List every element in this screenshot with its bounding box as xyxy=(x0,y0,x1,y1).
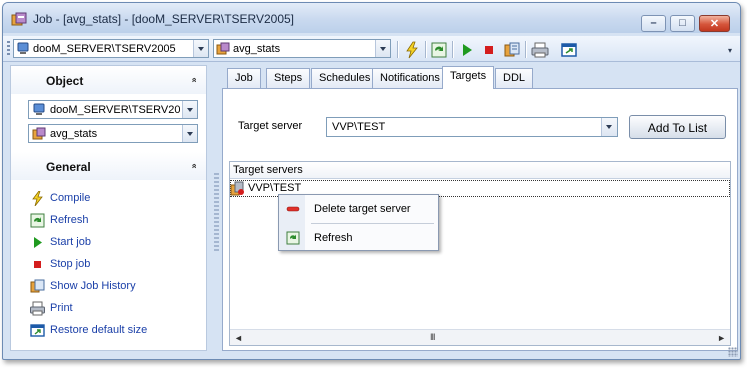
row-target-server: VVP\TEST xyxy=(248,182,302,194)
refresh-icon[interactable] xyxy=(430,41,448,59)
context-menu: Delete target server Refresh xyxy=(278,194,439,251)
window-title: Job - [avg_stats] - [dooM_SERVER\TSERV20… xyxy=(33,12,295,26)
server-select-value: dooM_SERVER\TSERV2005 xyxy=(33,43,176,55)
tab-label: Targets xyxy=(450,70,487,82)
action-label: Start job xyxy=(50,236,91,248)
tab-label: Steps xyxy=(274,72,303,84)
job-icon xyxy=(11,12,27,26)
general-section-header[interactable]: General » xyxy=(11,152,206,180)
object-job-select[interactable]: avg_stats xyxy=(28,124,198,143)
add-to-list-button[interactable]: Add To List xyxy=(629,115,726,139)
target-server-icon xyxy=(230,181,244,196)
close-button[interactable]: ✕ xyxy=(699,15,730,32)
job-editor-window: Job - [avg_stats] - [dooM_SERVER\TSERV20… xyxy=(2,2,741,360)
target-servers-grid[interactable]: Target servers VVP\TEST ◄ III ► xyxy=(229,161,731,346)
job-select[interactable]: avg_stats xyxy=(213,39,391,58)
action-label: Compile xyxy=(50,192,91,204)
object-server-select[interactable]: dooM_SERVER\TSERV2005 xyxy=(28,100,198,119)
object-section-header[interactable]: Object » xyxy=(11,66,206,94)
chevron-down-icon[interactable] xyxy=(601,118,617,136)
menu-item-label: Refresh xyxy=(314,232,353,244)
chevron-down-icon[interactable] xyxy=(182,101,197,118)
object-section-title: Object xyxy=(46,74,84,88)
toolbar: dooM_SERVER\TSERV2005 avg_stats ▾ xyxy=(3,36,740,62)
action-label: Stop job xyxy=(50,258,91,270)
toolbar-overflow-icon[interactable]: ▾ xyxy=(728,46,732,55)
history-icon[interactable] xyxy=(503,41,521,59)
maximize-button[interactable]: □ xyxy=(670,15,695,32)
tab-steps[interactable]: Steps xyxy=(266,68,311,88)
refresh-icon xyxy=(286,231,300,245)
tab-targets[interactable]: Targets xyxy=(442,66,495,89)
maximize-icon: □ xyxy=(679,17,686,29)
restore-size-icon[interactable] xyxy=(560,41,578,59)
server-icon xyxy=(17,42,29,54)
minimize-button[interactable]: – xyxy=(641,15,666,32)
tab-ddl[interactable]: DDL xyxy=(495,68,534,88)
grid-column-header[interactable]: Target servers xyxy=(230,162,730,179)
navigation-bar: Object » dooM_SERVER\TSERV2005 avg_stats… xyxy=(10,65,207,351)
tab-label: DDL xyxy=(503,72,526,84)
action-label: Show Job History xyxy=(50,280,136,292)
panel-splitter[interactable] xyxy=(214,173,219,253)
add-to-list-label: Add To List xyxy=(647,121,708,135)
restore-size-icon xyxy=(30,324,45,337)
scroll-thumb[interactable]: III xyxy=(430,332,435,342)
menu-item-label: Delete target server xyxy=(314,203,411,215)
chevron-down-icon[interactable] xyxy=(182,125,197,142)
menu-item-refresh[interactable]: Refresh xyxy=(280,225,437,251)
menu-item-delete-target-server[interactable]: Delete target server xyxy=(280,196,437,222)
close-icon: ✕ xyxy=(709,18,720,30)
title-bar[interactable]: Job - [avg_stats] - [dooM_SERVER\TSERV20… xyxy=(3,3,740,33)
target-server-value: VVP\TEST xyxy=(332,121,386,133)
action-label: Restore default size xyxy=(50,324,148,336)
job-select-value: avg_stats xyxy=(233,43,281,55)
chevron-down-icon[interactable] xyxy=(193,40,208,57)
tab-label: Schedules xyxy=(319,72,371,84)
collapse-icon[interactable]: » xyxy=(188,163,198,168)
resize-grip[interactable] xyxy=(728,347,738,357)
tab-notifications[interactable]: Notifications xyxy=(372,68,448,88)
stop-icon[interactable] xyxy=(480,41,498,59)
collapse-icon[interactable]: » xyxy=(188,77,198,82)
target-server-select[interactable]: VVP\TEST xyxy=(326,117,618,137)
compile-icon xyxy=(32,191,43,206)
refresh-icon xyxy=(30,213,45,228)
delete-icon xyxy=(286,206,300,212)
toolbar-grip[interactable] xyxy=(7,41,10,57)
object-server-value: dooM_SERVER\TSERV2005 xyxy=(50,104,180,116)
start-icon xyxy=(34,237,42,248)
scroll-right-icon[interactable]: ► xyxy=(717,333,726,343)
stop-icon xyxy=(34,261,41,268)
compile-icon[interactable] xyxy=(403,41,421,59)
action-label: Print xyxy=(50,302,73,314)
chevron-down-icon[interactable] xyxy=(375,40,390,57)
start-icon[interactable] xyxy=(458,41,476,59)
horizontal-scrollbar[interactable]: ◄ III ► xyxy=(230,329,730,345)
server-icon xyxy=(33,103,45,115)
job-icon xyxy=(32,127,46,140)
tab-job[interactable]: Job xyxy=(227,68,261,88)
server-select[interactable]: dooM_SERVER\TSERV2005 xyxy=(13,39,209,58)
print-icon xyxy=(30,301,45,316)
scroll-left-icon[interactable]: ◄ xyxy=(234,333,243,343)
tab-label: Notifications xyxy=(380,72,440,84)
tab-schedules[interactable]: Schedules xyxy=(311,68,379,88)
minimize-icon: – xyxy=(650,17,657,29)
object-job-value: avg_stats xyxy=(50,128,98,140)
history-icon xyxy=(30,279,45,293)
grid-header-label: Target servers xyxy=(233,164,303,176)
job-icon xyxy=(216,42,230,55)
action-label: Refresh xyxy=(50,214,89,226)
print-icon[interactable] xyxy=(531,41,549,59)
tab-label: Job xyxy=(235,72,253,84)
general-section-title: General xyxy=(46,160,91,174)
target-server-label: Target server xyxy=(238,120,303,132)
